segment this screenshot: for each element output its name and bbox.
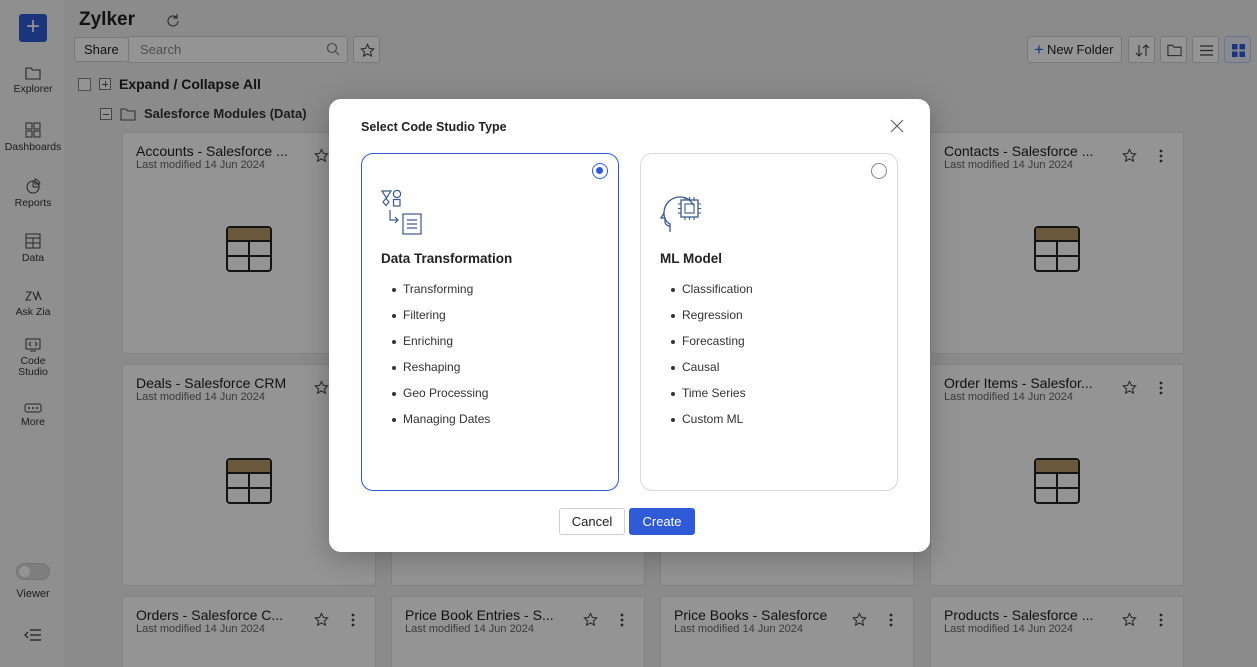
option-title: Data Transformation: [381, 251, 513, 266]
list-item: Geo Processing: [381, 385, 490, 411]
list-item: Reshaping: [381, 359, 490, 385]
cancel-button[interactable]: Cancel: [559, 508, 625, 535]
list-item: Classification: [660, 281, 753, 307]
close-icon[interactable]: [890, 119, 904, 133]
code-studio-type-dialog: Select Code Studio Type Data Transformat…: [329, 99, 930, 552]
list-item: Filtering: [381, 307, 490, 333]
dialog-title: Select Code Studio Type: [361, 120, 507, 134]
ml-model-head-chip-icon: [659, 196, 701, 232]
list-item: Transforming: [381, 281, 490, 307]
option-radio[interactable]: [592, 163, 608, 179]
option-feature-list: Classification Regression Forecasting Ca…: [660, 281, 753, 437]
create-button[interactable]: Create: [629, 508, 695, 535]
data-transformation-icon: [380, 189, 422, 235]
option-radio[interactable]: [871, 163, 887, 179]
list-item: Enriching: [381, 333, 490, 359]
option-title: ML Model: [660, 251, 722, 266]
option-data-transformation[interactable]: Data Transformation Transforming Filteri…: [361, 153, 619, 491]
list-item: Time Series: [660, 385, 753, 411]
list-item: Forecasting: [660, 333, 753, 359]
option-ml-model[interactable]: ML Model Classification Regression Forec…: [640, 153, 898, 491]
option-feature-list: Transforming Filtering Enriching Reshapi…: [381, 281, 490, 437]
list-item: Causal: [660, 359, 753, 385]
list-item: Regression: [660, 307, 753, 333]
list-item: Managing Dates: [381, 411, 490, 437]
list-item: Custom ML: [660, 411, 753, 437]
